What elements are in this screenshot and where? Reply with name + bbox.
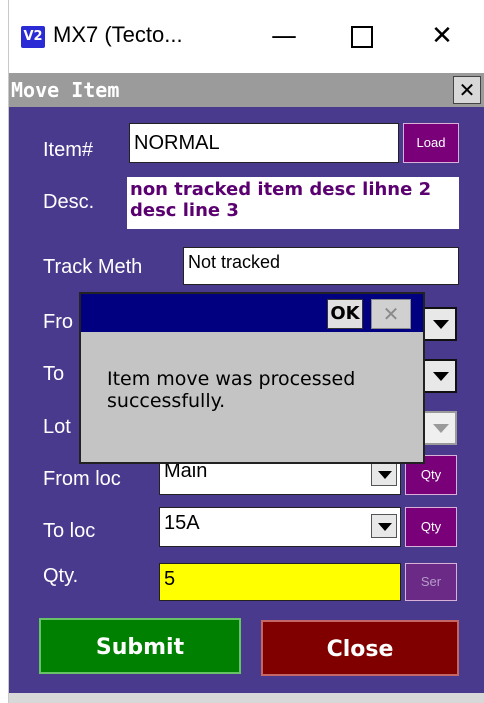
page-title: Move Item xyxy=(11,78,120,102)
load-button[interactable]: Load xyxy=(403,123,459,163)
maximize-icon xyxy=(351,25,373,48)
chevron-down-icon xyxy=(371,514,397,538)
move-item-form: Move Item ✕ Item# NORMAL Load Desc. non … xyxy=(9,73,484,693)
window-titlebar: V2 MX7 (Tecto... — ✕ xyxy=(9,0,484,70)
to-qty-button[interactable]: Qty xyxy=(405,507,457,547)
to-loc-label: To loc xyxy=(43,520,96,542)
to-label: To xyxy=(43,363,65,385)
desc-label: Desc. xyxy=(43,191,95,213)
qty-input[interactable]: 5 xyxy=(159,563,401,601)
from-loc-label: From loc xyxy=(43,468,121,490)
window-title: MX7 (Tecto... xyxy=(53,22,183,47)
dialog-message: Item move was processed successfully. xyxy=(107,368,356,412)
minimize-button[interactable]: — xyxy=(249,10,319,62)
maximize-button[interactable] xyxy=(327,10,397,62)
header-close-button[interactable]: ✕ xyxy=(453,76,481,104)
qty-label: Qty. xyxy=(43,565,79,587)
from-dropdown-arrow-icon[interactable] xyxy=(423,307,457,341)
window-close-button[interactable]: ✕ xyxy=(407,10,477,62)
lot-dropdown-arrow-icon xyxy=(423,411,457,445)
to-loc-select[interactable]: 15A xyxy=(159,507,401,547)
chevron-down-icon xyxy=(371,462,397,486)
app-header: Move Item ✕ xyxy=(9,73,484,107)
item-label: Item# xyxy=(43,139,94,161)
from-label: Fro xyxy=(43,311,73,333)
item-description: non tracked item desc lihne 2 desc line … xyxy=(127,177,459,229)
lot-label: Lot xyxy=(43,416,71,438)
close-icon: ✕ xyxy=(431,21,453,51)
dialog-close-button: ✕ xyxy=(371,299,411,329)
track-method-label: Track Meth xyxy=(43,256,143,278)
window-bottom-border xyxy=(9,693,484,703)
app-window: V2 MX7 (Tecto... — ✕ Move Item ✕ Item# N… xyxy=(8,0,484,703)
minimize-icon: — xyxy=(271,21,297,51)
submit-button[interactable]: Submit xyxy=(39,618,241,674)
close-button[interactable]: Close xyxy=(261,620,459,676)
to-loc-value: 15A xyxy=(164,512,200,534)
item-number-input[interactable]: NORMAL xyxy=(129,123,399,163)
dialog-ok-button[interactable]: OK xyxy=(327,299,363,329)
dialog-titlebar: OK ✕ xyxy=(81,294,423,332)
success-dialog: OK ✕ Item move was processed successfull… xyxy=(79,292,425,464)
to-dropdown-arrow-icon[interactable] xyxy=(423,359,457,393)
serial-button: Ser xyxy=(405,563,457,601)
app-icon: V2 xyxy=(21,26,45,48)
track-method-value: Not tracked xyxy=(183,247,459,285)
